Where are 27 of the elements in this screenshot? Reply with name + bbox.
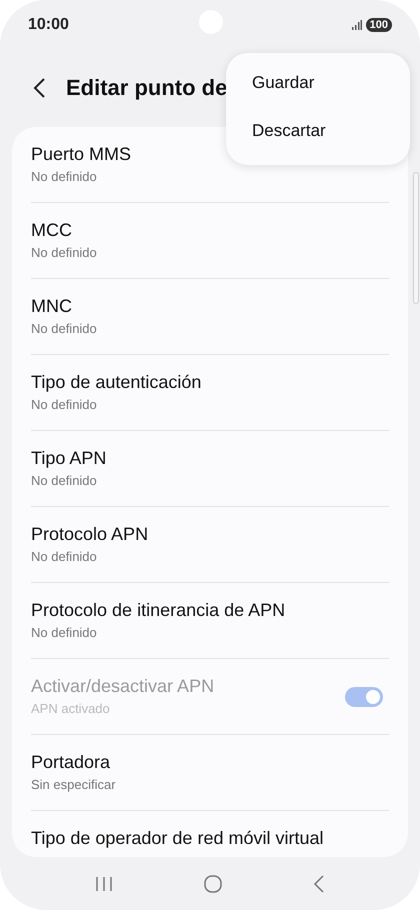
setting-value: No definido bbox=[31, 397, 98, 413]
back-icon[interactable] bbox=[32, 76, 46, 98]
setting-value: APN activado bbox=[31, 701, 111, 717]
signal-icon bbox=[352, 20, 362, 30]
setting-title[interactable]: Protocolo APN bbox=[31, 524, 148, 545]
menu-item[interactable]: Guardar bbox=[226, 61, 410, 105]
page-title: Editar punto de bbox=[66, 74, 228, 100]
setting-value: No definido bbox=[31, 169, 98, 185]
setting-value: No definido bbox=[31, 625, 98, 641]
setting-title[interactable]: MNC bbox=[31, 296, 97, 317]
battery-level: 100 bbox=[366, 18, 392, 32]
home-icon[interactable] bbox=[204, 874, 222, 892]
setting-value: No definido bbox=[31, 549, 98, 565]
setting-title[interactable]: Tipo APN bbox=[31, 448, 106, 469]
setting-title[interactable]: Tipo de autenticación bbox=[31, 372, 202, 393]
setting-value: Sin especificar bbox=[31, 777, 116, 793]
setting-title[interactable]: Tipo de operador de red móvil virtual bbox=[31, 828, 324, 849]
setting-title[interactable]: MCC bbox=[31, 220, 97, 241]
setting-title[interactable]: Protocolo de itinerancia de APN bbox=[31, 600, 286, 621]
menu-item[interactable]: Descartar bbox=[226, 109, 410, 153]
setting-value: No definido bbox=[31, 321, 97, 337]
setting-value: No definido bbox=[31, 473, 98, 489]
setting-title[interactable]: Puerto MMS bbox=[31, 144, 132, 165]
setting-title[interactable]: Portadora bbox=[31, 752, 116, 773]
status-time: 10:00 bbox=[28, 16, 69, 34]
recent-apps-icon[interactable] bbox=[95, 876, 114, 892]
setting-value: No definido bbox=[31, 245, 97, 261]
